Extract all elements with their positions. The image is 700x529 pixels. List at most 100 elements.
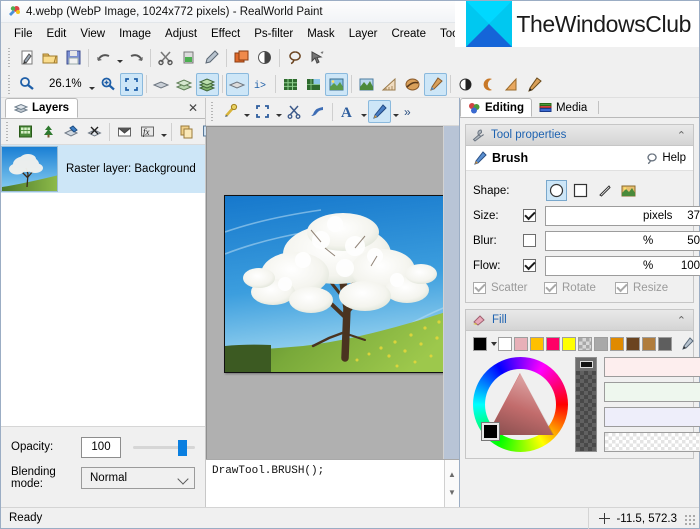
half-circle-icon[interactable] (454, 73, 477, 96)
blue-channel[interactable]: ▲ ▼ (604, 407, 700, 427)
select-frame-icon[interactable] (251, 100, 274, 123)
swatch-magenta[interactable] (546, 337, 560, 351)
layer-effects-caret[interactable] (159, 120, 168, 143)
menu-layer[interactable]: Layer (342, 25, 385, 43)
size-checkbox[interactable] (523, 209, 536, 222)
brush-tool-caret[interactable] (391, 100, 400, 123)
redo-icon[interactable] (124, 46, 147, 69)
artboard[interactable] (224, 195, 443, 373)
magic-select-icon[interactable] (306, 46, 329, 69)
alpha-slider[interactable] (575, 357, 597, 452)
brush-color-icon[interactable] (423, 72, 447, 96)
red-input[interactable] (604, 357, 700, 377)
menu-edit[interactable]: Edit (40, 25, 74, 43)
tab-layers[interactable]: Layers (5, 98, 79, 118)
copy-icon[interactable] (177, 46, 200, 69)
menu-tools[interactable]: Tools (433, 25, 474, 43)
slider-thumb[interactable] (178, 439, 187, 456)
zoom-tool-icon[interactable] (16, 73, 39, 96)
alpha-handle[interactable] (576, 358, 596, 371)
green-input[interactable] (604, 382, 700, 402)
duplicate-layers-icon[interactable] (230, 46, 253, 69)
green-channel[interactable]: ▲ ▼ (604, 382, 700, 402)
flow-checkbox[interactable] (523, 259, 536, 272)
chevron-up-icon[interactable]: ⌃ (677, 129, 686, 142)
blur-checkbox[interactable] (523, 234, 536, 247)
brush-tool-icon[interactable] (368, 100, 391, 123)
swatch-pink[interactable] (514, 337, 528, 351)
scroll-up-icon[interactable]: ▲ (448, 470, 456, 479)
script-scroll-buttons[interactable]: ▲ ▼ (444, 460, 459, 507)
contrast-icon[interactable] (253, 46, 276, 69)
tab-editing[interactable]: Editing (460, 98, 532, 117)
alpha-channel[interactable]: ▲ ▼ (604, 432, 700, 452)
menu-ps-filter[interactable]: Ps-filter (247, 25, 300, 43)
canvas-toolbar-grip[interactable] (209, 102, 216, 121)
menu-view[interactable]: View (73, 25, 112, 43)
shape-image[interactable] (618, 180, 639, 201)
tab-media[interactable]: Media (532, 98, 594, 117)
undo-dropdown-caret[interactable] (115, 46, 124, 69)
scatter-checkbox[interactable] (473, 282, 486, 294)
picture-icon[interactable] (355, 73, 378, 96)
grid-mask-icon[interactable] (302, 73, 325, 96)
scrollbar-thumb[interactable] (444, 126, 459, 459)
image-preview-icon[interactable] (324, 72, 348, 96)
select-frame-caret[interactable] (274, 100, 283, 123)
toolbar-grip[interactable] (6, 74, 13, 94)
scroll-down-icon[interactable]: ▼ (448, 488, 456, 497)
red-channel[interactable]: ▲ ▼ (604, 357, 700, 377)
swatch-amber[interactable] (530, 337, 544, 351)
alpha-gradient[interactable] (576, 371, 596, 451)
blending-mode-select[interactable]: Normal (81, 467, 195, 489)
minimize-button[interactable]: – (612, 1, 641, 23)
current-color-swatch[interactable] (473, 337, 487, 351)
magic-wand-icon[interactable] (219, 100, 242, 123)
layer-effects-icon[interactable]: fx (136, 120, 159, 143)
eyedropper-icon[interactable] (680, 337, 694, 351)
shape-square[interactable] (570, 180, 591, 201)
grid-green-icon[interactable] (279, 73, 302, 96)
flow-input[interactable] (545, 255, 700, 276)
zoom-level[interactable]: 26.1% (39, 78, 88, 90)
toolbar-grip[interactable] (6, 48, 13, 67)
duplicate-layer-icon[interactable] (175, 120, 198, 143)
menu-file[interactable]: File (7, 25, 40, 43)
layer-flat-icon[interactable] (225, 72, 249, 96)
swatch-orange[interactable] (610, 337, 624, 351)
magic-wand-caret[interactable] (242, 100, 251, 123)
swatch-darkgray[interactable] (658, 337, 672, 351)
color-wheel[interactable] (473, 357, 568, 452)
shape-line[interactable] (594, 180, 615, 201)
open-folder-icon[interactable] (39, 46, 62, 69)
list-item[interactable]: Raster layer: Background (1, 145, 205, 193)
layer-single-icon[interactable] (150, 73, 173, 96)
toolbar-overflow-button[interactable]: » (400, 105, 415, 119)
new-document-icon[interactable] (16, 46, 39, 69)
pen-icon[interactable] (523, 73, 546, 96)
new-raster-layer-icon[interactable] (14, 120, 37, 143)
resize-toggle[interactable]: Resize (615, 282, 686, 294)
smudge-icon[interactable] (306, 100, 329, 123)
size-stepper[interactable]: ▲ ▼ (545, 205, 700, 226)
text-tool-icon[interactable]: A (336, 100, 359, 123)
size-input[interactable] (545, 205, 700, 226)
menu-effect[interactable]: Effect (204, 25, 247, 43)
swatch-yellow[interactable] (562, 337, 576, 351)
blur-input[interactable] (545, 230, 700, 251)
cut-scissors-icon[interactable] (154, 46, 177, 69)
script-code[interactable]: DrawTool.BRUSH(); (206, 460, 444, 507)
zoom-dropdown-caret[interactable] (88, 73, 97, 96)
swatch-tan[interactable] (642, 337, 656, 351)
canvas-area[interactable] (206, 126, 443, 459)
swatch-brown[interactable] (626, 337, 640, 351)
palette-icon[interactable] (401, 73, 424, 96)
layers-toolbar-grip[interactable] (4, 122, 11, 141)
opacity-slider[interactable] (133, 437, 195, 458)
shape-circle[interactable] (546, 180, 567, 201)
swatch-checker[interactable] (578, 337, 592, 351)
menu-image[interactable]: Image (112, 25, 158, 43)
close-icon[interactable]: ✕ (188, 101, 198, 115)
fill-header[interactable]: Fill ⌃ (466, 310, 693, 331)
scissors-icon[interactable] (283, 100, 306, 123)
